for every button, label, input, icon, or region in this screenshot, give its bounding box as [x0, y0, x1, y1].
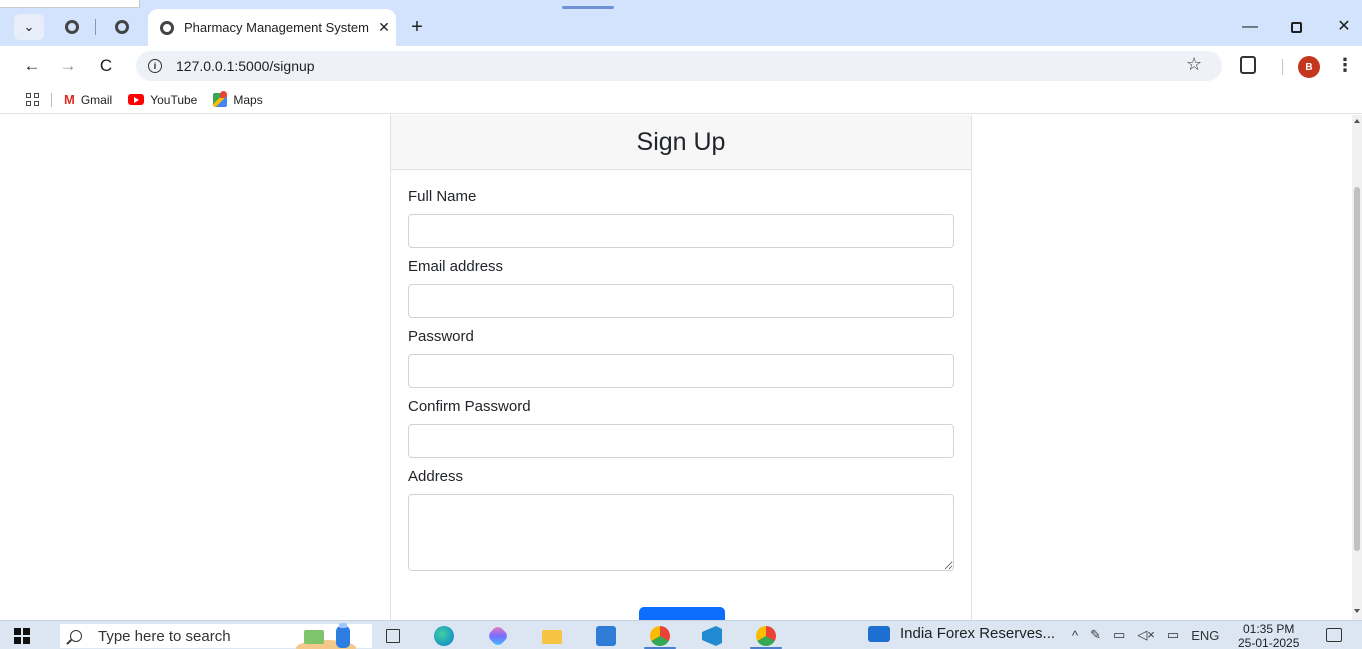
bookmark-label: YouTube — [150, 92, 198, 107]
bookmark-star-icon[interactable]: ☆ — [1186, 54, 1202, 75]
tab-divider — [95, 19, 96, 35]
page-viewport: Sign Up Full Name Email address Password… — [0, 115, 1352, 620]
tray-chevron-up-icon[interactable]: ^ — [1072, 628, 1078, 643]
globe-icon — [160, 20, 174, 35]
tab-close-icon[interactable]: ✕ — [372, 19, 396, 36]
email-group: Email address — [408, 258, 954, 318]
gmail-icon: M — [64, 92, 75, 107]
forward-button[interactable]: → — [56, 54, 80, 78]
url-text: 127.0.0.1:5000/signup — [176, 58, 315, 74]
bookmark-label: Maps — [233, 92, 263, 107]
card-header: Sign Up — [391, 115, 971, 170]
scroll-down-icon[interactable] — [1354, 609, 1360, 613]
confirm-password-input[interactable] — [408, 424, 954, 458]
scroll-up-icon[interactable] — [1354, 119, 1360, 123]
volume-muted-icon[interactable]: ◁× — [1137, 627, 1155, 643]
search-placeholder: Type here to search — [98, 627, 231, 645]
pinned-tab-2[interactable] — [108, 14, 136, 40]
clock-time: 01:35 PM — [1243, 622, 1295, 636]
notification-icon[interactable] — [1326, 628, 1342, 642]
new-tab-button[interactable]: + — [404, 14, 430, 40]
address-group: Address — [408, 468, 954, 576]
bookmark-youtube[interactable]: YouTube — [128, 93, 197, 107]
password-input[interactable] — [408, 354, 954, 388]
battery-icon[interactable]: ▭ — [1167, 627, 1179, 643]
confirm-password-group: Confirm Password — [408, 398, 954, 458]
file-explorer-icon[interactable] — [542, 630, 562, 644]
tab-strip: ⌄ Pharmacy Management System ✕ + — ✕ — [0, 0, 1362, 46]
search-icon — [70, 630, 82, 642]
scroll-thumb[interactable] — [1354, 187, 1360, 551]
news-widget[interactable]: India Forex Reserves... — [868, 625, 1055, 642]
restore-icon — [1290, 22, 1302, 33]
apps-grid-icon[interactable] — [26, 93, 39, 106]
globe-icon — [65, 20, 79, 34]
bookmark-maps[interactable]: Maps — [213, 90, 263, 107]
outlook-icon[interactable] — [596, 626, 616, 646]
search-highlight-illustration-icon — [296, 623, 356, 649]
vscode-icon[interactable] — [702, 626, 722, 646]
email-label: Email address — [408, 258, 504, 275]
bookmarks-bar: M Gmail YouTube Maps — [0, 86, 1362, 114]
chevron-down-icon: ⌄ — [23, 19, 35, 34]
address-textarea[interactable] — [408, 494, 954, 571]
youtube-icon — [128, 94, 145, 105]
menu-kebab-icon[interactable]: ⋮ — [1336, 55, 1354, 76]
language-indicator[interactable]: ENG — [1191, 628, 1219, 643]
page-title: Sign Up — [636, 128, 726, 156]
active-tab[interactable]: Pharmacy Management System ✕ — [148, 9, 396, 46]
full-name-input[interactable] — [408, 214, 954, 248]
reload-button[interactable]: C — [94, 54, 118, 78]
windows-start-icon[interactable] — [14, 628, 30, 644]
address-label: Address — [408, 468, 464, 485]
address-bar[interactable]: i 127.0.0.1:5000/signup — [136, 51, 1222, 81]
signup-card: Sign Up Full Name Email address Password… — [390, 115, 972, 620]
bookmark-label: Gmail — [80, 92, 113, 107]
site-info-icon[interactable]: i — [148, 59, 162, 73]
news-icon — [868, 625, 890, 642]
taskbar-clock[interactable]: 01:35 PM 25-01-2025 — [1238, 622, 1299, 649]
tab-search-button[interactable]: ⌄ — [14, 14, 44, 40]
close-window-button[interactable]: ✕ — [1322, 12, 1362, 42]
system-tray: ^ ✎ ▭ ◁× ▭ ENG — [1072, 627, 1231, 643]
full-name-group: Full Name — [408, 188, 954, 248]
password-group: Password — [408, 328, 954, 388]
extensions-icon[interactable] — [1240, 56, 1256, 74]
toolbar-divider — [1282, 59, 1283, 75]
chrome-profile-b-icon[interactable] — [756, 626, 776, 646]
tab-title: Pharmacy Management System — [184, 20, 369, 35]
maps-icon — [213, 90, 228, 107]
pen-icon[interactable]: ✎ — [1090, 627, 1101, 643]
email-input[interactable] — [408, 284, 954, 318]
signup-submit-button[interactable] — [639, 607, 725, 620]
minimize-button[interactable]: — — [1228, 12, 1272, 42]
clock-date: 25-01-2025 — [1238, 636, 1300, 649]
globe-icon — [115, 20, 129, 34]
chrome-profile-p-icon[interactable] — [650, 626, 670, 646]
bookmark-divider — [51, 92, 52, 107]
task-view-icon[interactable] — [386, 629, 400, 643]
back-button[interactable]: ← — [20, 54, 44, 78]
confirm-password-label: Confirm Password — [408, 398, 531, 415]
full-name-label: Full Name — [408, 188, 477, 205]
maximize-button[interactable] — [1274, 12, 1318, 42]
signup-form: Full Name Email address Password Confirm… — [391, 170, 971, 602]
password-label: Password — [408, 328, 474, 345]
network-icon[interactable]: ▭ — [1113, 627, 1125, 643]
profile-avatar[interactable]: B — [1298, 56, 1320, 78]
browser-toolbar: ← → C i 127.0.0.1:5000/signup ☆ B ⋮ — [0, 46, 1362, 86]
bookmark-gmail[interactable]: M Gmail — [64, 92, 112, 107]
window-top-marker — [562, 6, 614, 9]
edge-icon[interactable] — [434, 626, 454, 646]
windows-taskbar: Type here to search India Forex Reserves… — [0, 620, 1362, 649]
copilot-icon[interactable] — [486, 624, 510, 648]
pinned-tab-1[interactable] — [58, 14, 86, 40]
news-title: India Forex Reserves... — [900, 625, 1056, 642]
window-top-edge — [0, 0, 140, 8]
page-scrollbar[interactable] — [1352, 115, 1362, 620]
